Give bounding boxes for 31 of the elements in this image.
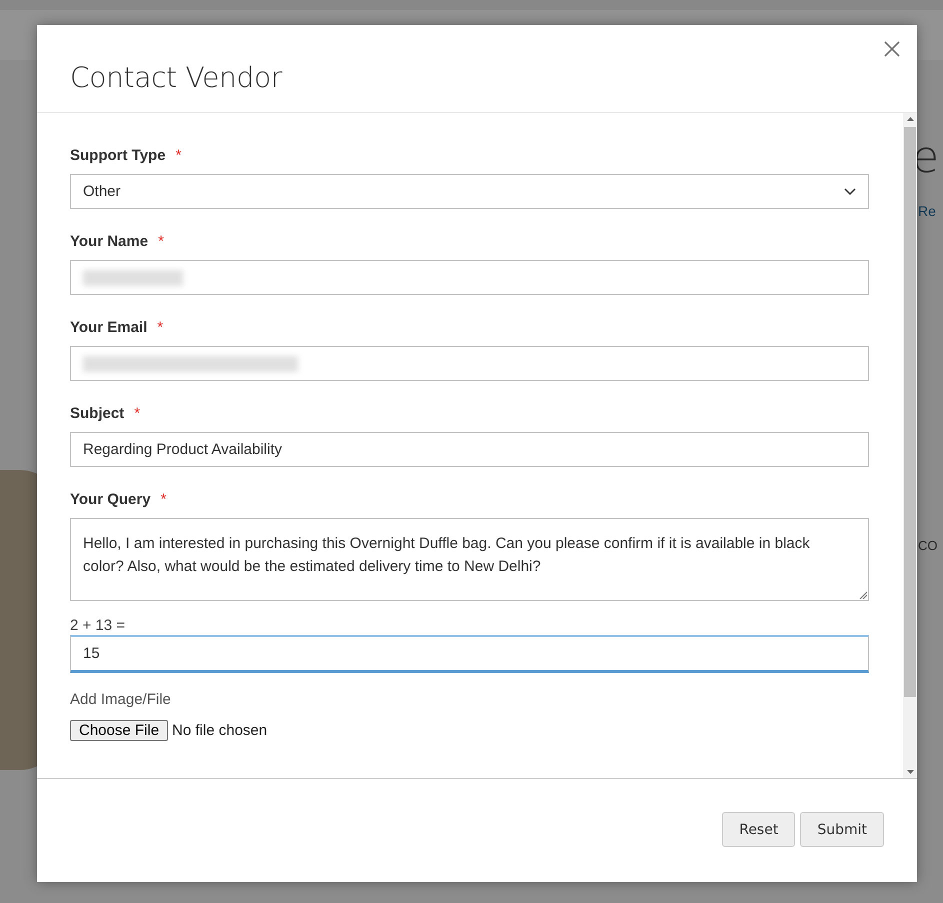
- chevron-down-icon: [844, 188, 856, 196]
- form-button[interactable]: Submit: [800, 812, 884, 847]
- resize-grip-icon[interactable]: [859, 591, 867, 599]
- subject-field[interactable]: Regarding Product Availability: [70, 432, 869, 467]
- scroll-down-icon[interactable]: [906, 770, 914, 774]
- captcha-answer-field[interactable]: 15: [70, 635, 869, 673]
- field-label: Support Type: [70, 147, 166, 164]
- scrollbar[interactable]: [903, 113, 917, 778]
- field-label: Subject: [70, 405, 124, 422]
- file-status: No file chosen: [172, 722, 268, 739]
- form-button[interactable]: Reset: [722, 812, 796, 847]
- page-label: CO: [918, 538, 938, 553]
- required-mark: *: [176, 147, 182, 164]
- required-mark: *: [157, 319, 164, 336]
- required-mark: *: [134, 405, 140, 422]
- support-type-select[interactable]: Other: [70, 174, 869, 209]
- scroll-up-icon[interactable]: [906, 117, 914, 121]
- input-field[interactable]: [70, 260, 869, 295]
- field-label: Your Email: [70, 319, 148, 336]
- required-mark: *: [160, 491, 166, 508]
- modal-title: Contact Vendor: [69, 60, 282, 94]
- scroll-thumb[interactable]: [904, 127, 916, 697]
- input-field[interactable]: [70, 346, 869, 381]
- query-field[interactable]: Hello, I am interested in purchasing this Overnight Duffle bag. Can you please confirm if it is available in black color? Also, what would be the estimated delivery time to New Delhi?: [70, 518, 869, 601]
- field-label: 2 + 13 =: [70, 617, 126, 634]
- required-mark: *: [158, 233, 164, 250]
- choose-file-button[interactable]: Choose File: [70, 720, 168, 741]
- field-label: Your Query: [70, 491, 151, 508]
- field-label: Add Image/File: [70, 691, 171, 708]
- field-label: Your Name: [70, 233, 148, 250]
- close-icon[interactable]: [884, 41, 900, 57]
